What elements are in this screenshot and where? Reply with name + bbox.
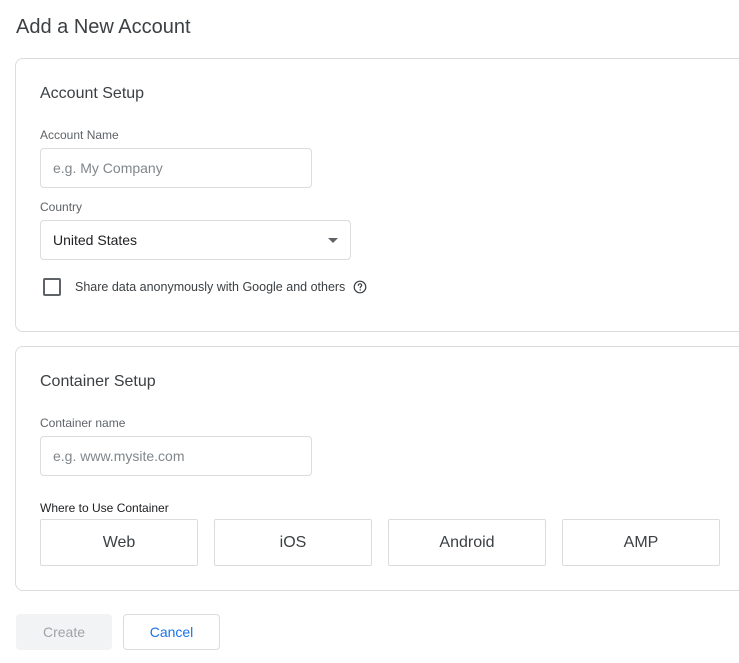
platform-android-button[interactable]: Android bbox=[388, 519, 546, 566]
container-name-label: Container name bbox=[40, 416, 126, 430]
country-select[interactable]: United States bbox=[40, 220, 351, 260]
country-label: Country bbox=[40, 200, 83, 214]
where-to-use-label: Where to Use Container bbox=[40, 501, 169, 515]
cancel-button[interactable]: Cancel bbox=[123, 614, 220, 650]
account-setup-card: Account Setup Account Name Country Unite… bbox=[15, 58, 739, 332]
account-name-input[interactable] bbox=[40, 148, 312, 188]
account-name-label: Account Name bbox=[40, 128, 119, 142]
share-data-label: Share data anonymously with Google and o… bbox=[75, 280, 346, 294]
page-title: Add a New Account bbox=[16, 16, 191, 38]
platform-amp-button[interactable]: AMP bbox=[562, 519, 720, 566]
caret-down-icon bbox=[328, 237, 338, 243]
country-selected-value: United States bbox=[53, 232, 138, 248]
container-name-input[interactable] bbox=[40, 436, 312, 476]
help-circle-icon[interactable] bbox=[353, 280, 367, 294]
account-setup-title: Account Setup bbox=[40, 85, 145, 102]
create-button[interactable]: Create bbox=[16, 614, 112, 650]
container-setup-title: Container Setup bbox=[40, 373, 156, 390]
platform-ios-button[interactable]: iOS bbox=[214, 519, 372, 566]
share-data-checkbox[interactable] bbox=[43, 278, 61, 296]
share-data-row: Share data anonymously with Google and o… bbox=[43, 278, 367, 296]
add-account-page: Add a New Account Account Setup Account … bbox=[0, 0, 739, 663]
platform-web-button[interactable]: Web bbox=[40, 519, 198, 566]
container-setup-card: Container Setup Container name Where to … bbox=[15, 346, 739, 591]
